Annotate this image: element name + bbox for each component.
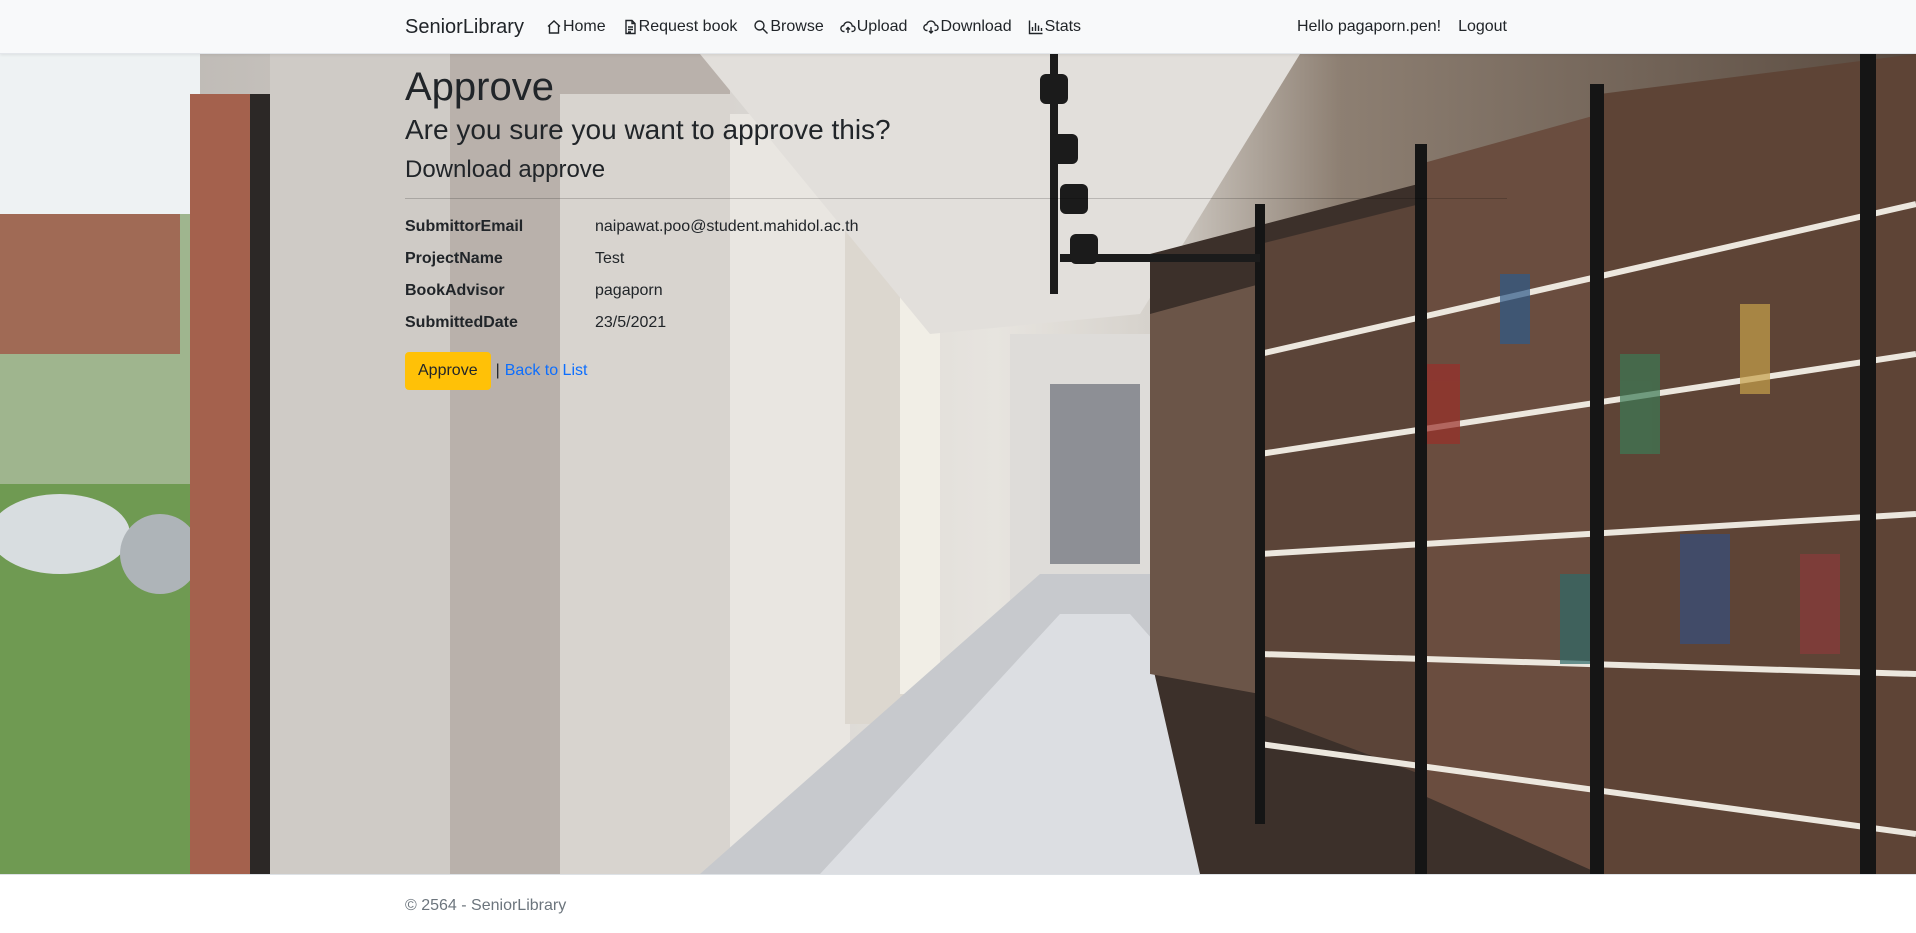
back-to-list-link[interactable]: Back to List [505,362,588,380]
confirmation-question: Are you sure you want to approve this? [405,114,891,145]
nav-item-label: Home [562,18,606,35]
footer-copyright: © 2564 - SeniorLibrary [405,897,567,914]
detail-row-book-advisor: BookAdvisor pagaporn [405,282,1507,314]
brand-link[interactable]: SeniorLibrary [405,16,524,39]
nav-item-label: Upload [856,18,908,35]
cloud-upload-icon [839,21,856,33]
form-actions: Approve | Back to List [405,352,1507,391]
bar-chart-icon [1028,20,1043,35]
home-icon [547,20,561,34]
navbar-user-area: Hello pagaporn.pen! Logout [1297,18,1507,36]
detail-value: naipawat.poo@student.mahidol.ac.th [595,218,859,236]
detail-row-submittor-email: SubmittorEmail naipawat.poo@student.mahi… [405,218,1507,250]
top-navbar: SeniorLibrary Home Request book Browse U… [0,0,1916,54]
divider [405,198,1507,200]
nav-item-request-book[interactable]: Request book [622,18,738,36]
detail-label: SubmittedDate [405,314,518,332]
nav-item-download[interactable]: Download [923,18,1012,36]
detail-value: Test [595,250,625,268]
detail-value: 23/5/2021 [595,314,667,332]
section-subtitle: Download approve [405,155,606,183]
detail-row-project-name: ProjectName Test [405,250,1507,282]
nav-item-browse[interactable]: Browse [753,18,824,36]
nav-item-upload[interactable]: Upload [839,18,908,36]
nav-item-label: Browse [770,18,824,35]
nav-item-home[interactable]: Home [546,18,606,36]
page-footer: © 2564 - SeniorLibrary [0,874,1916,933]
main-content: Approve Are you sure you want to approve… [405,54,1507,391]
details-list: SubmittorEmail naipawat.poo@student.mahi… [405,218,1507,346]
detail-label: BookAdvisor [405,282,505,300]
page-title: Approve [405,65,554,109]
detail-label: SubmittorEmail [405,218,524,236]
detail-value: pagaporn [595,282,663,300]
nav-item-label: Stats [1044,18,1082,35]
user-greeting: Hello pagaporn.pen! [1296,18,1442,35]
approve-button[interactable]: Approve [405,352,491,391]
nav-item-stats[interactable]: Stats [1028,18,1081,36]
cloud-download-icon [923,20,940,34]
search-icon [754,20,769,34]
nav-item-label: Download [940,18,1012,35]
detail-row-submitted-date: SubmittedDate 23/5/2021 [405,314,1507,346]
document-icon [624,19,636,35]
detail-label: ProjectName [405,250,503,268]
logout-link[interactable]: Logout [1458,18,1507,36]
navbar-container: SeniorLibrary Home Request book Browse U… [405,0,1507,54]
action-separator: | [495,362,500,380]
nav-item-label: Request book [638,18,738,35]
